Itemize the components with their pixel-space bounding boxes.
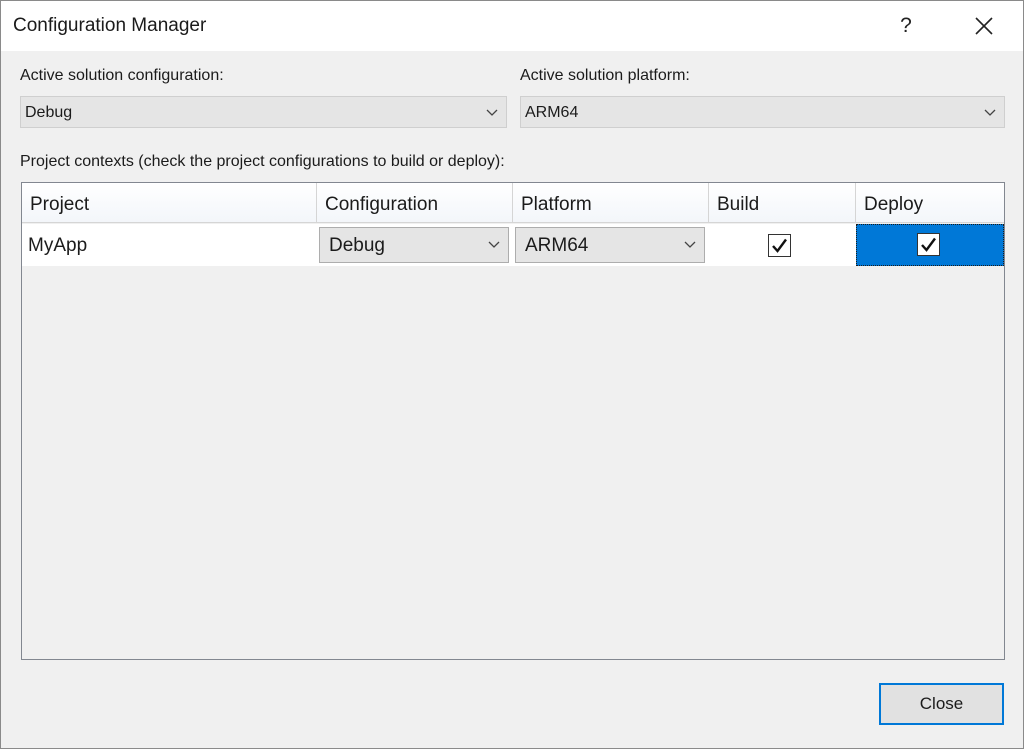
checkmark-icon: [772, 238, 787, 253]
help-icon: ?: [900, 14, 912, 37]
row-platform-dropdown[interactable]: ARM64: [515, 227, 705, 263]
configuration-manager-dialog: Configuration Manager ? Active solution …: [0, 0, 1024, 749]
column-header-deploy[interactable]: Deploy: [856, 183, 1004, 223]
title-bar: Configuration Manager ?: [1, 1, 1023, 51]
column-header-platform[interactable]: Platform: [513, 183, 709, 223]
active-config-dropdown[interactable]: Debug: [20, 96, 507, 128]
build-cell: [709, 224, 856, 266]
help-button[interactable]: ?: [881, 1, 931, 51]
project-contexts-label: Project contexts (check the project conf…: [20, 153, 505, 170]
active-platform-dropdown[interactable]: ARM64: [520, 96, 1005, 128]
table-row: MyApp Debug ARM64: [22, 224, 1004, 266]
configuration-cell: Debug: [317, 224, 513, 266]
project-contexts-grid: Project Configuration Platform Build Dep…: [21, 182, 1005, 660]
active-config-label: Active solution configuration:: [20, 67, 224, 84]
close-button[interactable]: Close: [879, 683, 1004, 725]
active-config-value: Debug: [25, 104, 73, 121]
row-configuration-dropdown[interactable]: Debug: [319, 227, 509, 263]
deploy-checkbox[interactable]: [917, 233, 940, 256]
checkmark-icon: [921, 237, 936, 252]
chevron-down-icon: [684, 241, 696, 248]
project-name: MyApp: [28, 235, 88, 256]
column-header-build[interactable]: Build: [709, 183, 856, 223]
column-header-configuration[interactable]: Configuration: [317, 183, 513, 223]
chevron-down-icon: [486, 109, 498, 116]
build-checkbox[interactable]: [768, 234, 791, 257]
column-header-project[interactable]: Project: [22, 183, 317, 223]
row-configuration-value: Debug: [329, 235, 385, 256]
active-platform-value: ARM64: [525, 104, 579, 121]
active-platform-label: Active solution platform:: [520, 67, 690, 84]
close-button-label: Close: [919, 694, 964, 713]
deploy-cell: [856, 224, 1004, 266]
dialog-title: Configuration Manager: [13, 15, 207, 36]
close-icon: [975, 17, 993, 35]
platform-cell: ARM64: [513, 224, 709, 266]
close-window-button[interactable]: [959, 1, 1009, 51]
project-cell[interactable]: MyApp: [22, 224, 317, 266]
chevron-down-icon: [984, 109, 996, 116]
grid-header: Project Configuration Platform Build Dep…: [22, 183, 1004, 223]
chevron-down-icon: [488, 241, 500, 248]
row-platform-value: ARM64: [525, 235, 589, 256]
